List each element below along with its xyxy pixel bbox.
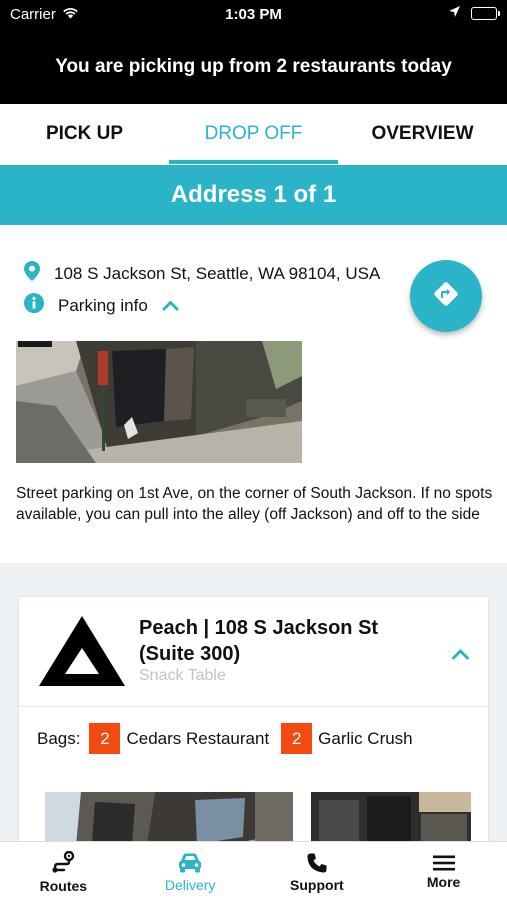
nav-routes[interactable]: Routes [0, 842, 127, 900]
address-banner: Address 1 of 1 [0, 165, 507, 225]
bags-label: Bags: [37, 728, 81, 748]
address-section: 108 S Jackson St, Seattle, WA 98104, USA… [0, 225, 507, 563]
phone-icon [306, 852, 328, 874]
bag-count-badge: 2 [281, 723, 313, 754]
directions-button[interactable] [410, 260, 482, 332]
tab-pick-up[interactable]: PICK UP [0, 104, 169, 164]
car-icon [177, 852, 203, 874]
status-bar: Carrier 1:03 PM [0, 0, 507, 28]
info-icon [24, 293, 44, 318]
route-icon [50, 850, 76, 875]
address-text: 108 S Jackson St, Seattle, WA 98104, USA [54, 263, 381, 283]
nav-label: Support [290, 876, 344, 893]
parking-info-label: Parking info [58, 295, 148, 315]
location-title: Peach | 108 S Jackson St (Suite 300) [139, 617, 379, 665]
bottom-nav: Routes Delivery Support More [0, 841, 507, 900]
bags-row: Bags: 2 Cedars Restaurant 2 Garlic Crush [37, 723, 425, 754]
address-row: 108 S Jackson St, Seattle, WA 98104, USA [24, 261, 380, 286]
battery-icon [471, 7, 500, 20]
card-divider [19, 706, 488, 707]
nav-support[interactable]: Support [254, 842, 381, 900]
nav-label: Delivery [164, 876, 216, 893]
tab-bar: PICK UP DROP OFF OVERVIEW [0, 104, 507, 164]
location-arrow-icon [448, 5, 461, 22]
parking-description: Street parking on 1st Ave, on the corner… [16, 485, 493, 523]
nav-delivery[interactable]: Delivery [127, 842, 254, 900]
nav-label: Routes [39, 877, 88, 894]
location-card: Peach | 108 S Jackson St (Suite 300) Sna… [18, 596, 489, 857]
bag-count-badge: 2 [89, 723, 121, 754]
map-pin-icon [24, 261, 40, 286]
parking-photo [16, 341, 302, 463]
parking-info-toggle[interactable]: Parking info [24, 293, 179, 318]
status-right-icons [448, 5, 500, 22]
directions-icon [433, 281, 459, 312]
nav-label: More [426, 873, 461, 890]
tab-overview[interactable]: OVERVIEW [338, 104, 507, 164]
address-counter: Address 1 of 1 [170, 181, 337, 208]
location-subtitle: Snack Table [139, 667, 226, 684]
status-time: 1:03 PM [225, 6, 282, 23]
header-banner: You are picking up from 2 restaurants to… [0, 28, 507, 104]
content-area: Peach | 108 S Jackson St (Suite 300) Sna… [0, 563, 507, 857]
restaurant-logo [37, 614, 127, 693]
bag-restaurant-name: Garlic Crush [318, 728, 413, 748]
nav-more[interactable]: More [380, 842, 507, 900]
chevron-up-icon[interactable] [451, 647, 470, 665]
header-title: You are picking up from 2 restaurants to… [55, 56, 452, 77]
bag-restaurant-name: Cedars Restaurant [126, 728, 270, 748]
tab-drop-off[interactable]: DROP OFF [169, 104, 338, 164]
menu-icon [432, 855, 455, 871]
chevron-up-icon [162, 296, 179, 316]
